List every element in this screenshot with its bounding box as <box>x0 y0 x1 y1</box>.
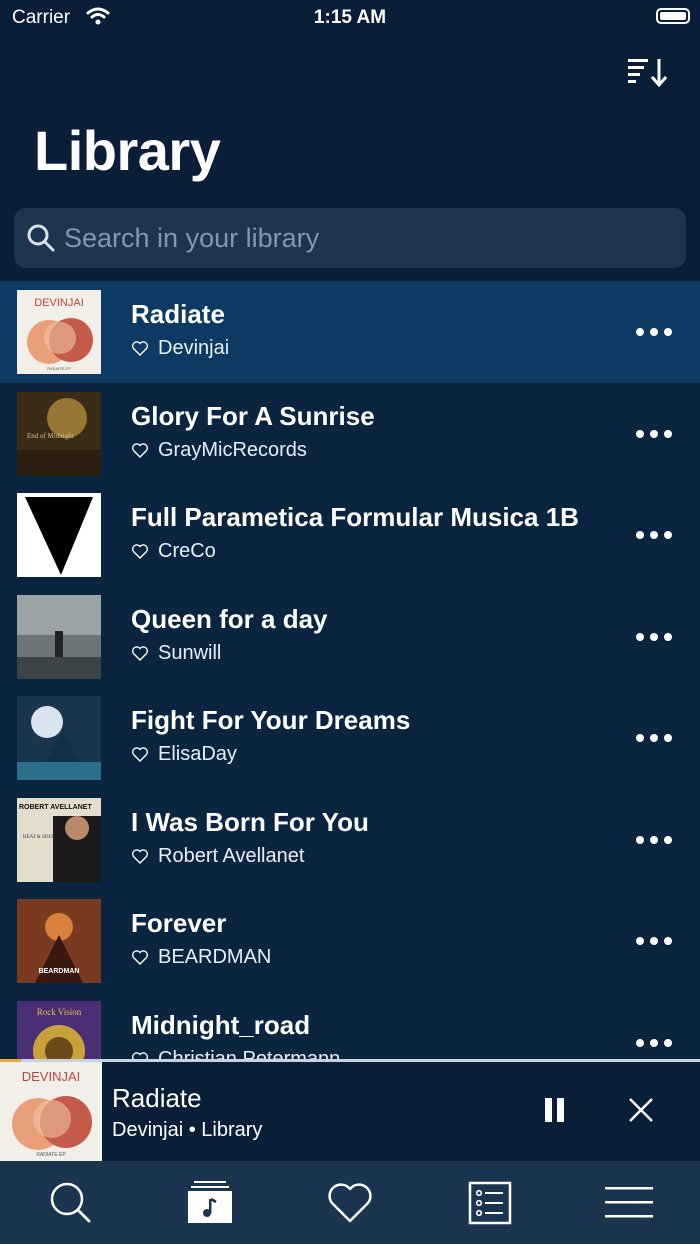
tab-search[interactable] <box>40 1175 100 1231</box>
now-playing-subtitle: Devinjai • Library <box>112 1119 263 1141</box>
heart-icon[interactable] <box>131 848 149 864</box>
menu-icon <box>605 1187 653 1218</box>
album-art-footer: RADIATE EP <box>36 1152 66 1158</box>
close-player-button[interactable] <box>624 1093 658 1127</box>
search-icon <box>50 1182 91 1223</box>
track-artist-name: Devinjai <box>158 337 230 359</box>
sort-icon <box>628 59 668 88</box>
album-art: End of Midnight <box>17 391 101 476</box>
search-bar[interactable] <box>14 208 686 268</box>
track-artist-name: Sunwill <box>158 641 222 664</box>
track-row[interactable]: Queen for a day Sunwill <box>0 586 700 688</box>
library-header: Library <box>0 36 700 281</box>
track-title: Glory For A Sunrise <box>131 400 375 431</box>
tab-playlists[interactable] <box>460 1175 520 1231</box>
status-bar: Carrier 1:15 AM <box>0 0 700 36</box>
now-playing-title: Radiate <box>112 1083 202 1113</box>
album-art-text: End of Midnight <box>27 432 74 440</box>
now-playing-art: DEVINJAI RADIATE EP <box>0 1062 102 1161</box>
track-row[interactable]: Rock Vision Midnight_road Christian Pete… <box>0 992 700 1060</box>
tab-favorites[interactable] <box>320 1175 380 1231</box>
track-artist: ElisaDay <box>131 743 237 766</box>
battery-icon <box>656 8 690 24</box>
heart-icon[interactable] <box>131 746 149 762</box>
heart-icon[interactable] <box>131 543 149 559</box>
close-icon <box>629 1098 653 1122</box>
now-playing-source: Library <box>201 1119 263 1141</box>
track-title: Fight For Your Dreams <box>131 705 411 735</box>
more-button[interactable] <box>636 827 676 853</box>
tab-bar <box>0 1161 700 1244</box>
track-artist: GrayMicRecords <box>131 439 307 462</box>
track-row[interactable]: Full Parametica Formular Musica 1B CreCo <box>0 484 700 586</box>
album-art <box>17 696 101 780</box>
now-playing-artist: Devinjai <box>112 1119 184 1141</box>
track-row[interactable]: End of Midnight Glory For A Sunrise Gray… <box>0 383 700 485</box>
tab-library[interactable] <box>180 1175 240 1231</box>
more-button[interactable] <box>636 624 676 650</box>
more-button[interactable] <box>636 319 676 345</box>
search-icon <box>27 224 55 252</box>
now-playing-bar[interactable]: DEVINJAI RADIATE EP Radiate Devinjai • L… <box>0 1062 700 1161</box>
album-art <box>17 594 101 679</box>
track-artist: Sunwill <box>131 642 221 665</box>
track-artist-name: Robert Avellanet <box>158 844 305 867</box>
album-art: DEVINJAI RADIATE EP <box>17 290 101 374</box>
track-row[interactable]: ROBERT AVELLANET HEAT & SOUL I Was Born … <box>0 789 700 891</box>
library-icon <box>188 1181 232 1223</box>
album-art: Rock Vision <box>17 1000 101 1060</box>
pause-button[interactable] <box>540 1096 568 1126</box>
track-row[interactable]: DEVINJAI RADIATE EP Radiate Devinjai <box>0 281 700 383</box>
track-title: Midnight_road <box>131 1009 311 1040</box>
heart-icon[interactable] <box>131 949 149 965</box>
track-artist-name: GrayMicRecords <box>158 438 307 461</box>
more-button[interactable] <box>636 522 676 548</box>
album-art-text: ROBERT AVELLANET <box>19 804 92 811</box>
track-list[interactable]: DEVINJAI RADIATE EP Radiate Devinjai End… <box>0 281 700 1060</box>
album-art: ROBERT AVELLANET HEAT & SOUL <box>17 797 101 882</box>
more-button[interactable] <box>636 928 676 954</box>
more-button[interactable] <box>636 725 676 751</box>
album-art-subtext: HEAT & SOUL <box>23 835 55 840</box>
album-art-text: BEARDMAN <box>39 968 80 975</box>
track-artist-name: CreCo <box>158 540 216 562</box>
tab-menu[interactable] <box>600 1175 660 1231</box>
album-art: BEARDMAN <box>17 899 101 983</box>
clock: 1:15 AM <box>313 7 387 28</box>
album-art <box>17 493 101 577</box>
heart-icon[interactable] <box>131 340 149 356</box>
track-title: Forever <box>131 908 227 938</box>
track-title: I Was Born For You <box>131 806 369 837</box>
playlists-icon <box>468 1181 512 1225</box>
track-artist-name: ElisaDay <box>158 743 237 765</box>
track-artist: BEARDMAN <box>131 946 271 969</box>
track-artist: Robert Avellanet <box>131 845 304 868</box>
track-artist: CreCo <box>131 540 216 563</box>
album-art-text: DEVINJAI <box>22 1069 81 1084</box>
track-title: Radiate <box>131 299 225 329</box>
search-input[interactable] <box>64 208 664 268</box>
track-row[interactable]: BEARDMAN Forever BEARDMAN <box>0 890 700 992</box>
track-title: Full Parametica Formular Musica 1B <box>131 502 579 532</box>
album-art-text: DEVINJAI <box>34 297 84 309</box>
sort-button[interactable] <box>626 56 670 90</box>
more-button[interactable] <box>636 1030 676 1056</box>
track-artist: Devinjai <box>131 337 229 360</box>
album-art-footer: RADIATE EP <box>47 366 71 371</box>
track-row[interactable]: Fight For Your Dreams ElisaDay <box>0 687 700 789</box>
more-button[interactable] <box>636 421 676 447</box>
pause-icon <box>545 1098 552 1122</box>
heart-icon[interactable] <box>131 442 149 458</box>
heart-icon[interactable] <box>131 645 149 661</box>
page-title: Library <box>34 119 221 182</box>
album-art-text: Rock Vision <box>37 1007 82 1017</box>
track-artist-name: BEARDMAN <box>158 946 272 968</box>
favorites-icon <box>328 1183 372 1223</box>
track-title: Queen for a day <box>131 603 328 634</box>
